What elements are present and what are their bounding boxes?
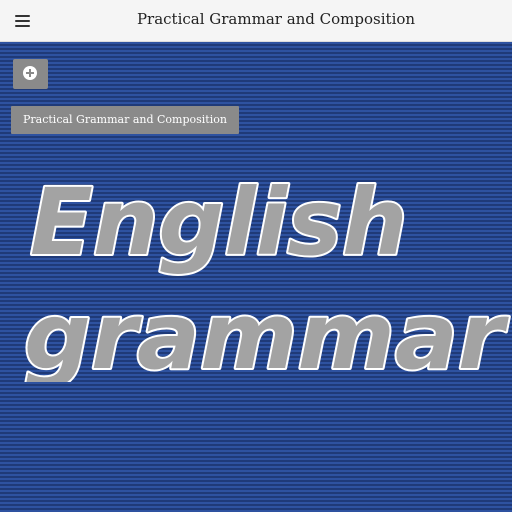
book-title-chip[interactable]: Practical Grammar and Composition — [11, 106, 239, 134]
cover-art-title: English grammar — [22, 167, 512, 382]
app-window: Practical Grammar and Composition Practi… — [0, 0, 512, 512]
plus-vertical — [29, 69, 31, 77]
cover-title-line-2: grammar — [24, 283, 510, 382]
cover-title-line-1: English — [30, 169, 408, 276]
add-button[interactable] — [13, 59, 48, 89]
book-cover[interactable]: Practical Grammar and Composition Englis… — [0, 42, 512, 512]
top-app-bar: Practical Grammar and Composition — [0, 0, 512, 42]
add-circle-icon — [23, 66, 37, 80]
page-title: Practical Grammar and Composition — [136, 10, 416, 28]
